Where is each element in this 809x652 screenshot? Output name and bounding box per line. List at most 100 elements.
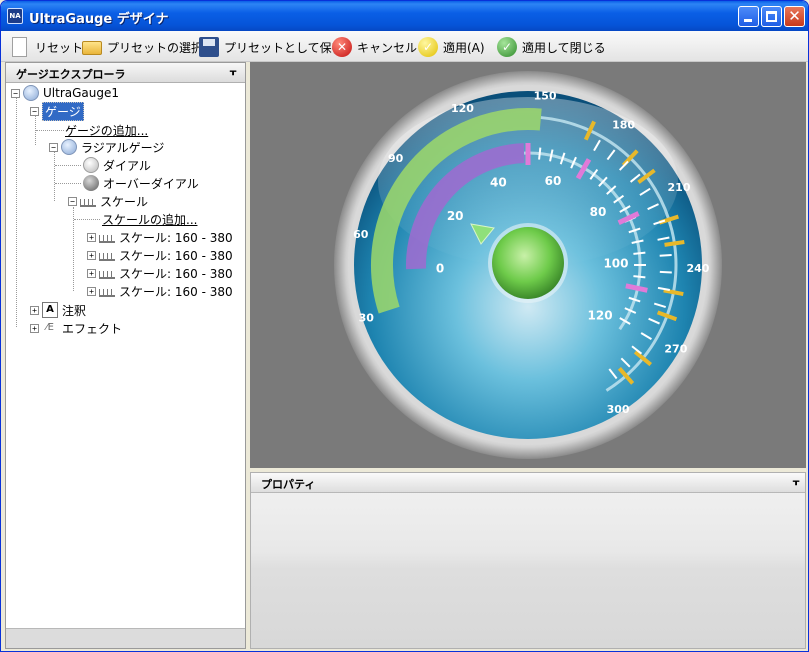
tree-node-scale-item[interactable]: + スケール: 160 - 380 bbox=[87, 228, 233, 246]
outer-scale-label: 240 bbox=[686, 262, 709, 275]
dial-label: ダイアル bbox=[103, 158, 151, 173]
gauge-preview: 30 60 90 120 150 180 210 240 270 300 0 20 40 60 80 100 1… bbox=[334, 71, 722, 459]
close-button[interactable]: ✕ bbox=[784, 6, 805, 27]
tree-node-scale-item[interactable]: + スケール: 160 - 380 bbox=[87, 246, 233, 264]
inner-scale-label: 40 bbox=[490, 175, 507, 189]
minimize-button[interactable] bbox=[738, 6, 759, 27]
outer-minor-tick bbox=[659, 270, 672, 274]
maximize-icon bbox=[766, 11, 777, 22]
expand-icon[interactable]: + bbox=[87, 232, 96, 242]
tree-node-gauges[interactable]: − ゲージ bbox=[30, 101, 84, 121]
expand-icon[interactable]: + bbox=[30, 323, 39, 333]
cancel-icon: ✕ bbox=[331, 36, 353, 58]
outer-scale-label: 180 bbox=[612, 118, 635, 131]
apply-check-icon: ✓ bbox=[417, 36, 439, 58]
tree-guide bbox=[16, 97, 17, 327]
outer-scale-label: 300 bbox=[607, 403, 630, 416]
app-icon: NA bbox=[7, 8, 23, 24]
scale-icon bbox=[99, 235, 115, 243]
properties-panel: プロパティ ᚁ bbox=[250, 472, 806, 649]
radial-gauge-icon bbox=[61, 139, 77, 155]
scale-icon bbox=[99, 253, 115, 261]
apply-close-button[interactable]: ✓ 適用して閉じる bbox=[496, 35, 606, 59]
expand-icon[interactable]: + bbox=[30, 305, 39, 315]
designer-window: NA UltraGauge デザイナ ✕ リセット プリセットの選択 プリセット… bbox=[0, 0, 809, 652]
save-preset-label: プリセットとして保存 bbox=[224, 40, 344, 55]
open-folder-icon bbox=[81, 36, 103, 58]
inner-scale-label: 120 bbox=[588, 309, 613, 323]
gauges-label: ゲージ bbox=[42, 101, 84, 121]
reset-label: リセット bbox=[35, 40, 84, 55]
maximize-button[interactable] bbox=[761, 6, 782, 27]
tree-node-over-dial[interactable]: オーバーダイアル bbox=[83, 174, 199, 192]
add-scale-label: スケールの追加... bbox=[102, 212, 198, 227]
scale-icon bbox=[99, 289, 115, 297]
properties-header: プロパティ ᚁ bbox=[251, 473, 805, 493]
effects-label: エフェクト bbox=[62, 321, 123, 336]
gauge-preview-canvas[interactable]: 30 60 90 120 150 180 210 240 270 300 0 20 40 60 80 100 1… bbox=[250, 62, 806, 468]
tree-guide bbox=[55, 183, 81, 184]
inner-scale-label: 80 bbox=[590, 205, 607, 219]
title-bar[interactable]: NA UltraGauge デザイナ ✕ bbox=[1, 1, 808, 31]
collapse-icon[interactable]: − bbox=[68, 196, 77, 206]
tree-guide bbox=[74, 219, 100, 220]
inner-scale-label: 60 bbox=[545, 174, 562, 188]
tree-node-scale-item[interactable]: + スケール: 160 - 380 bbox=[87, 282, 233, 300]
annotations-label: 注釈 bbox=[62, 303, 87, 318]
outer-scale-label: 30 bbox=[359, 311, 375, 324]
tree-guide bbox=[36, 130, 64, 131]
tree-node-effects[interactable]: + ⁄E エフェクト bbox=[30, 319, 122, 337]
save-preset-button[interactable]: プリセットとして保存 bbox=[198, 35, 344, 59]
explorer-title: ゲージエクスプローラ bbox=[16, 68, 126, 81]
scale-icon bbox=[80, 199, 96, 207]
tree-node-radial-gauge[interactable]: − ラジアルゲージ bbox=[49, 138, 164, 156]
new-document-icon bbox=[9, 36, 31, 58]
inner-minor-tick bbox=[633, 251, 646, 255]
explorer-header: ゲージエクスプローラ ᚁ bbox=[6, 63, 245, 83]
expand-icon[interactable]: + bbox=[87, 268, 96, 278]
effect-icon: ⁄E bbox=[46, 322, 54, 333]
window-title: UltraGauge デザイナ bbox=[29, 12, 169, 27]
expand-icon[interactable]: + bbox=[87, 250, 96, 260]
scale-icon bbox=[99, 271, 115, 279]
scale-item-label: スケール: 160 - 380 bbox=[119, 266, 233, 281]
add-gauge-link[interactable]: ゲージの追加... bbox=[65, 121, 148, 139]
pin-icon[interactable]: ᚁ bbox=[791, 476, 801, 488]
minimize-icon bbox=[744, 19, 752, 22]
root-label: UltraGauge1 bbox=[43, 86, 120, 100]
collapse-icon[interactable]: − bbox=[49, 142, 58, 152]
scale-item-label: スケール: 160 - 380 bbox=[119, 284, 233, 299]
expand-icon[interactable]: + bbox=[87, 286, 96, 296]
outer-scale-label: 210 bbox=[668, 181, 691, 194]
tree-node-root[interactable]: − UltraGauge1 bbox=[11, 84, 119, 102]
collapse-icon[interactable]: − bbox=[30, 106, 39, 116]
inner-scale-label: 100 bbox=[603, 256, 628, 270]
apply-label: 適用(A) bbox=[443, 40, 485, 55]
outer-scale-label: 90 bbox=[388, 152, 404, 165]
reset-button[interactable]: リセット bbox=[9, 35, 83, 59]
tree-node-annotations[interactable]: + A 注釈 bbox=[30, 301, 86, 319]
scale-item-label: スケール: 160 - 380 bbox=[119, 248, 233, 263]
apply-close-check-icon: ✓ bbox=[496, 36, 518, 58]
collapse-icon[interactable]: − bbox=[11, 88, 20, 98]
tree-node-dial[interactable]: ダイアル bbox=[83, 156, 151, 174]
tree-node-scales[interactable]: − スケール bbox=[68, 192, 148, 210]
select-preset-label: プリセットの選択 bbox=[107, 40, 204, 55]
floppy-disk-icon bbox=[198, 36, 220, 58]
properties-title: プロパティ bbox=[261, 478, 316, 491]
add-scale-link[interactable]: スケールの追加... bbox=[102, 210, 197, 228]
cancel-button[interactable]: ✕ キャンセル bbox=[331, 35, 417, 59]
dial-icon bbox=[83, 157, 99, 173]
pin-icon[interactable]: ᚁ bbox=[228, 66, 238, 78]
select-preset-button[interactable]: プリセットの選択 bbox=[81, 35, 203, 59]
scale-item-label: スケール: 160 - 380 bbox=[119, 230, 233, 245]
gauge-icon bbox=[23, 85, 39, 101]
inner-scale-label: 0 bbox=[436, 261, 444, 275]
apply-button[interactable]: ✓ 適用(A) bbox=[417, 35, 485, 59]
gauge-cap bbox=[492, 227, 564, 299]
outer-scale-label: 150 bbox=[534, 90, 557, 103]
over-dial-label: オーバーダイアル bbox=[103, 176, 199, 191]
tree-node-scale-item[interactable]: + スケール: 160 - 380 bbox=[87, 264, 233, 282]
inner-minor-tick bbox=[538, 147, 542, 160]
annotation-icon: A bbox=[42, 302, 58, 318]
